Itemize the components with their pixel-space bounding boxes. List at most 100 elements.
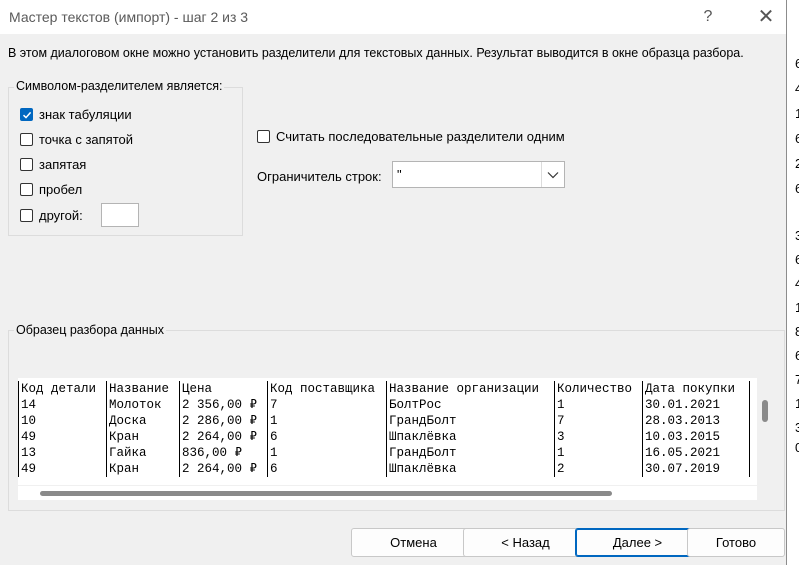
preview-cell: БолтРос [386, 397, 555, 413]
comma-checkbox-row[interactable]: запятая [20, 157, 86, 172]
semicolon-checkbox[interactable] [20, 133, 33, 146]
cancel-button[interactable]: Отмена [351, 528, 476, 557]
preview-cell: Шпаклёвка [386, 429, 555, 445]
finish-button[interactable]: Готово [687, 528, 785, 557]
preview-cell: 7 [267, 397, 387, 413]
preview-cell: 836,00 ₽ [179, 445, 268, 461]
preview-row: 13 Гайка 836,00 ₽1 ГрандБолт 1 16.05.2021 [18, 445, 750, 461]
other-checkbox[interactable] [20, 209, 33, 222]
preview-cell: 1 [554, 445, 643, 461]
background-cell: 6 [795, 181, 799, 196]
comma-checkbox-label: запятая [39, 157, 87, 172]
preview-cell: 2 264,00 ₽ [179, 429, 268, 445]
horizontal-scroll-thumb[interactable] [40, 491, 612, 496]
title-bar[interactable]: Мастер текстов (импорт) - шаг 2 из 3 ? ✕ [0, 0, 786, 34]
preview-cell: 28.03.2013 [642, 413, 750, 429]
chevron-down-icon[interactable] [541, 162, 564, 187]
background-cell: 8 [795, 324, 799, 339]
intro-text: В этом диалоговом окне можно установить … [8, 46, 744, 60]
preview-cell: 14 [18, 397, 107, 413]
background-cell: 6 [795, 131, 799, 146]
preview-cell: 2 [554, 461, 643, 477]
preview-cell: 2 286,00 ₽ [179, 413, 268, 429]
help-button[interactable]: ? [698, 7, 718, 27]
preview-cell: 7 [554, 413, 643, 429]
background-cell: 3 [795, 228, 799, 243]
screen: 6416263641867130 Мастер текстов (импорт)… [0, 0, 799, 565]
semicolon-checkbox-row[interactable]: точка с запятой [20, 132, 133, 147]
preview-cell: 6 [267, 429, 387, 445]
preview-column-header[interactable]: Цена [179, 381, 268, 397]
preview-column-header[interactable]: Количество [554, 381, 643, 397]
background-cell: 6 [795, 56, 799, 71]
preview-cell: Кран [106, 461, 180, 477]
consecutive-checkbox[interactable] [257, 130, 270, 143]
space-checkbox-row[interactable]: пробел [20, 182, 82, 197]
preview-cell: 2 264,00 ₽ [179, 461, 268, 477]
preview-cell: 10.03.2015 [642, 429, 750, 445]
background-cell: 6 [795, 252, 799, 267]
background-cell: 0 [795, 440, 799, 455]
consecutive-checkbox-label: Считать последовательные разделители одн… [276, 129, 565, 144]
preview-cell: ГрандБолт [386, 413, 555, 429]
preview-cell: ГрандБолт [386, 445, 555, 461]
tab-checkbox-row[interactable]: знак табуляции [20, 107, 132, 122]
preview-cell: 6 [267, 461, 387, 477]
close-button[interactable]: ✕ [756, 7, 776, 27]
preview-cell: 30.01.2021 [642, 397, 750, 413]
preview-cell: 3 [554, 429, 643, 445]
data-preview[interactable]: Код детали Название Цена Код поставщика Назв… [18, 378, 757, 485]
preview-cell: 49 [18, 429, 107, 445]
background-cell: 1 [795, 106, 799, 121]
delimiters-group-label: Символом-разделителем является: [14, 79, 225, 93]
preview-row: 10 Доска 2 286,00 ₽1 ГрандБолт 7 28.03.2013 [18, 413, 750, 429]
preview-table: Код детали Название Цена Код поставщика Назв… [18, 381, 750, 477]
preview-cell: 30.07.2019 [642, 461, 750, 477]
text-import-wizard-dialog: Мастер текстов (импорт) - шаг 2 из 3 ? ✕… [0, 0, 787, 565]
preview-cell: Кран [106, 429, 180, 445]
preview-row: 14 Молоток 2 356,00 ₽7 БолтРос 1 30.01.2021 [18, 397, 750, 413]
preview-column-header[interactable]: Код детали [18, 381, 107, 397]
vertical-scroll-thumb[interactable] [762, 400, 768, 422]
preview-column-header[interactable]: Название [106, 381, 180, 397]
tab-checkbox[interactable] [20, 108, 33, 121]
background-spreadsheet: 6 4 1 6 2 6 3 6 4 1 8 6 7 1 3 0 [785, 0, 799, 565]
text-qualifier-label: Ограничитель строк: [257, 169, 382, 184]
preview-cell: 2 356,00 ₽ [179, 397, 268, 413]
preview-header-row: Код детали Название Цена Код поставщика Назв… [18, 381, 750, 397]
semicolon-checkbox-label: точка с запятой [39, 132, 134, 147]
consecutive-checkbox-row[interactable]: Считать последовательные разделители одн… [257, 129, 565, 144]
other-delimiter-input[interactable] [101, 203, 139, 227]
back-button[interactable]: < Назад [463, 528, 588, 557]
text-qualifier-select[interactable]: " [392, 161, 565, 188]
comma-checkbox[interactable] [20, 158, 33, 171]
space-checkbox[interactable] [20, 183, 33, 196]
preview-cell: Молоток [106, 397, 180, 413]
background-cell: 2 [795, 156, 799, 171]
tab-checkbox-label: знак табуляции [39, 107, 132, 122]
preview-cell: 1 [554, 397, 643, 413]
background-cell: 3 [795, 420, 799, 435]
preview-cell: 13 [18, 445, 107, 461]
preview-row: 49 Кран 2 264,00 ₽6 Шпаклёвка 3 10.03.2015 [18, 429, 750, 445]
preview-row: 49 Кран 2 264,00 ₽6 Шпаклёвка 2 30.07.2019 [18, 461, 750, 477]
preview-column-header[interactable]: Дата покупки [642, 381, 750, 397]
background-cell: 7 [795, 372, 799, 387]
preview-column-header[interactable]: Название организации [386, 381, 555, 397]
preview-column-header[interactable]: Код поставщика [267, 381, 387, 397]
background-cell: 1 [795, 396, 799, 411]
background-cell: 4 [795, 276, 799, 291]
horizontal-scrollbar[interactable] [18, 486, 757, 500]
preview-cell: 16.05.2021 [642, 445, 750, 461]
preview-cell: Гайка [106, 445, 180, 461]
window-title: Мастер текстов (импорт) - шаг 2 из 3 [9, 9, 249, 25]
preview-cell: 10 [18, 413, 107, 429]
space-checkbox-label: пробел [39, 182, 83, 197]
preview-cell: 49 [18, 461, 107, 477]
preview-cell: Шпаклёвка [386, 461, 555, 477]
background-cell: 1 [795, 300, 799, 315]
next-button[interactable]: Далее > [575, 528, 700, 557]
background-cell: 6 [795, 348, 799, 363]
other-checkbox-row[interactable]: другой: [20, 208, 83, 223]
checkmark-icon [22, 111, 31, 119]
